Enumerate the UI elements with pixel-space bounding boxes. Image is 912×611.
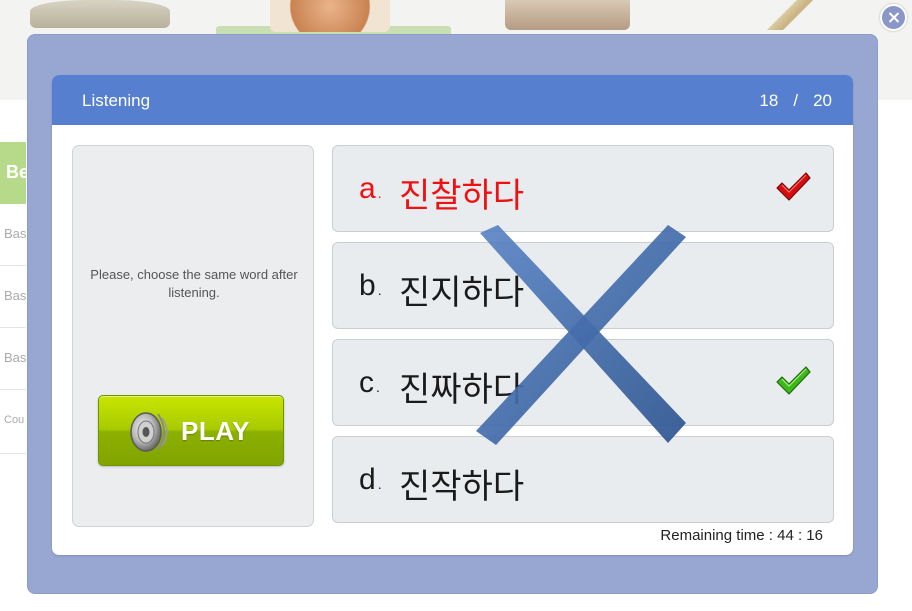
quiz-title: Listening bbox=[82, 91, 151, 110]
progress-separator: / bbox=[793, 91, 799, 110]
play-label: PLAY bbox=[181, 416, 250, 446]
answer-option-b[interactable]: b. 진지하다 bbox=[332, 242, 834, 329]
red-check-icon bbox=[776, 172, 811, 201]
question-progress: 18 / 20 bbox=[759, 91, 832, 111]
answer-option-d[interactable]: d. 진작하다 bbox=[332, 436, 834, 523]
option-word: 진찰하다 bbox=[399, 176, 525, 216]
play-button[interactable]: PLAY bbox=[98, 395, 284, 466]
close-icon[interactable] bbox=[880, 4, 907, 31]
option-word: 진지하다 bbox=[399, 273, 525, 313]
option-letter: d. bbox=[359, 463, 382, 496]
background-image bbox=[505, 0, 630, 30]
quiz-header: Listening 18 / 20 bbox=[52, 75, 853, 125]
background-sidebar-item: Bas bbox=[0, 204, 26, 266]
option-letter: c. bbox=[359, 366, 380, 399]
answer-option-c[interactable]: c. 진짜하다 bbox=[332, 339, 834, 426]
total-question-count: 20 bbox=[813, 91, 832, 110]
green-check-icon bbox=[776, 366, 811, 395]
background-sidebar-item: Cou bbox=[0, 392, 26, 454]
background-image bbox=[760, 0, 820, 30]
background-image bbox=[30, 0, 170, 28]
answer-option-a[interactable]: a. 진찰하다 bbox=[332, 145, 834, 232]
background-sidebar-title: Be bbox=[0, 142, 26, 204]
current-question-number: 18 bbox=[759, 91, 779, 110]
option-letter: b. bbox=[359, 269, 382, 302]
background-image bbox=[270, 0, 390, 32]
instruction-box: Please, choose the same word after liste… bbox=[72, 145, 314, 527]
instruction-text: Please, choose the same word after liste… bbox=[90, 267, 298, 300]
quiz-panel: Listening 18 / 20 Please, choose the sam… bbox=[52, 75, 853, 555]
option-word: 진작하다 bbox=[399, 467, 525, 507]
remaining-time: Remaining time : 44 : 16 bbox=[660, 527, 823, 544]
option-letter: a. bbox=[359, 172, 382, 205]
background-sidebar-item: Bas bbox=[0, 266, 26, 328]
background-sidebar-item: Bas bbox=[0, 328, 26, 390]
speaker-icon bbox=[130, 412, 168, 452]
option-word: 진짜하다 bbox=[399, 370, 525, 410]
